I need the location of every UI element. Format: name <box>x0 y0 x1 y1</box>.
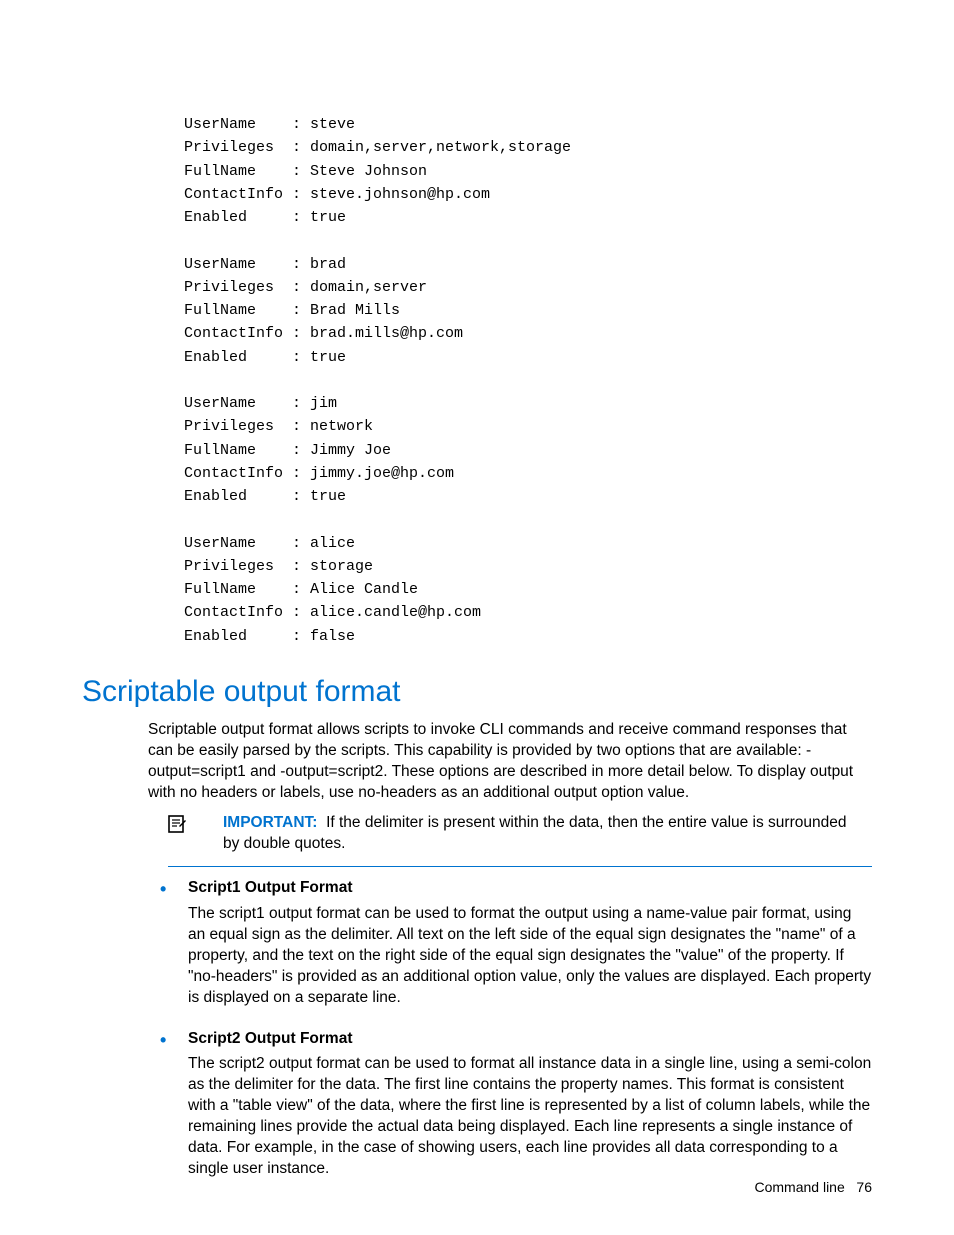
page: UserName : steve Privileges : domain,ser… <box>0 0 954 1235</box>
bullet-title: Script2 Output Format <box>188 1029 872 1050</box>
bullet-title: Script1 Output Format <box>188 878 872 899</box>
important-note: IMPORTANT: If the delimiter is present w… <box>168 813 872 867</box>
list-item: Script1 Output Format The script1 output… <box>148 878 872 1009</box>
bullet-body: The script1 output format can be used to… <box>188 904 872 1009</box>
page-footer: Command line 76 <box>754 1178 872 1197</box>
bullet-body: The script2 output format can be used to… <box>188 1054 872 1180</box>
note-icon <box>167 814 187 834</box>
section-heading: Scriptable output format <box>82 672 401 713</box>
bullet-list: Script1 Output Format The script1 output… <box>148 878 872 1200</box>
code-output-block: UserName : steve Privileges : domain,ser… <box>184 113 571 648</box>
note-text: IMPORTANT: If the delimiter is present w… <box>223 813 863 855</box>
note-label: IMPORTANT: <box>223 814 317 831</box>
footer-page: 76 <box>856 1179 872 1195</box>
note-body: If the delimiter is present within the d… <box>223 814 846 852</box>
footer-section: Command line <box>754 1179 844 1195</box>
intro-paragraph: Scriptable output format allows scripts … <box>148 720 872 804</box>
list-item: Script2 Output Format The script2 output… <box>148 1029 872 1180</box>
